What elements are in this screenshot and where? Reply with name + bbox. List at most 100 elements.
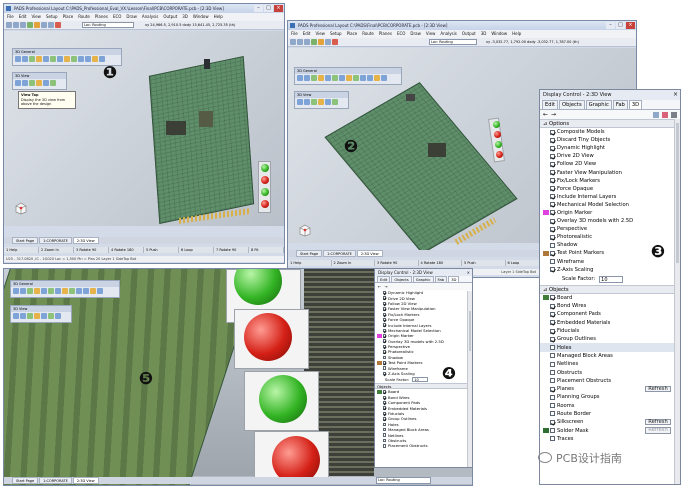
checkbox-fix-lock-markers[interactable] [550,178,555,184]
menu-output[interactable]: Output [462,30,476,38]
checkbox-mechanical-model-selection[interactable] [382,328,386,333]
color-swatch[interactable] [543,210,549,216]
scrollbar-thumb[interactable] [676,123,679,263]
maximize-button[interactable]: □ [264,5,273,12]
tab-corporate[interactable]: 1:CORPORATE [323,250,356,257]
checkbox-force-opaque[interactable] [550,186,555,192]
checkbox-discard-tiny-objects[interactable] [550,137,555,143]
menu-place[interactable]: Place [347,30,358,38]
tab-fab[interactable]: Fab [434,276,448,282]
checkbox-perspective[interactable] [382,344,386,349]
menu-planes[interactable]: Planes [379,30,392,38]
checkbox-z-axis-scaling[interactable] [550,267,555,273]
checkbox-overlay-3d-models-with-2-5d[interactable] [382,339,386,343]
menu-edit[interactable]: Edit [303,30,311,38]
checkbox-managed-block-areas[interactable] [550,353,555,359]
checkbox-faster-view-manipulation[interactable] [382,307,386,311]
checkbox-wireframe[interactable] [382,366,386,370]
undo-icon[interactable] [41,22,47,28]
scheme-icon[interactable] [671,111,677,118]
checkbox-group-outlines[interactable] [382,417,386,421]
checkbox-solder-mask[interactable] [550,428,555,434]
checkbox-component-pads[interactable] [550,311,555,317]
checkbox-photorealistic[interactable] [382,350,386,354]
checkbox-wireframe[interactable] [550,259,555,265]
menu-file[interactable]: File [7,13,14,21]
checkbox-bond-wires[interactable] [550,303,555,309]
color-icon[interactable] [662,111,668,118]
checkbox-board[interactable] [382,390,386,394]
menu-draw[interactable]: Draw [126,13,136,21]
close-button[interactable]: × [274,5,283,12]
new-icon[interactable] [290,39,296,45]
menu-route[interactable]: Route [78,13,90,21]
routing-combo[interactable]: Loc: Routing [429,39,477,45]
menu-3d[interactable]: 3D [481,30,487,38]
place-icon[interactable] [27,22,33,28]
back-arrow-icon[interactable]: ← [543,111,548,118]
checkbox-route-border[interactable] [550,411,555,417]
menu-edit[interactable]: Edit [19,13,27,21]
checkbox-rooms[interactable] [550,403,555,409]
menu-help[interactable]: Help [214,13,223,21]
checkbox-managed-block-areas[interactable] [382,427,386,432]
routing-combo[interactable]: Loc: Routing [376,477,431,484]
minimize-button[interactable]: – [254,5,263,12]
3d-view-toolbar[interactable]: 3D View [10,305,72,323]
color-swatch[interactable] [377,361,382,365]
maximize-button[interactable]: □ [616,22,625,29]
tab-corporate[interactable]: 1:CORPORATE [39,477,72,484]
checkbox-fix-lock-markers[interactable] [382,312,386,316]
fkey-3[interactable]: 3 Rotate 90 [74,247,109,253]
color-swatch[interactable] [543,295,549,301]
checkbox-embedded-materials[interactable] [550,320,555,326]
fkey-4[interactable]: 4 Rotate 180 [109,247,144,253]
route-icon[interactable] [34,22,40,28]
scrollbar-thumb[interactable] [469,311,471,351]
checkbox-test-point-markers[interactable] [550,250,555,256]
close-icon[interactable]: × [673,90,678,100]
checkbox-bond-wires[interactable] [382,395,386,400]
checkbox-drive-2d-view[interactable] [382,296,386,300]
tab-corporate[interactable]: 1:CORPORATE [39,237,72,244]
checkbox-silkscreen[interactable] [550,419,555,425]
open-icon[interactable] [13,22,19,28]
tab-edit[interactable]: Edit [542,100,559,109]
fkey-2[interactable]: 2 Zoom In [332,260,375,266]
checkbox-netlines[interactable] [550,361,555,367]
refresh-button[interactable]: Refresh [645,419,671,426]
checkbox-placement-obstructs[interactable] [550,378,555,384]
refresh-button[interactable]: Refresh [645,385,671,393]
checkbox-include-internal-layers[interactable] [550,194,555,200]
tab-3d[interactable]: 3D [628,100,643,109]
checkbox-shadow[interactable] [550,242,555,248]
checkbox-planes[interactable] [550,386,555,392]
window-1-titlebar[interactable]: PADS Professional Layout C:\PADS_Profess… [4,4,284,13]
forward-arrow-icon[interactable]: → [551,111,556,118]
forward-arrow-icon[interactable]: → [384,284,387,289]
menu-place[interactable]: Place [63,13,74,21]
tab-start-page[interactable]: Start Page [12,237,39,244]
checkbox-shadow[interactable] [382,355,386,360]
3d-viewport[interactable] [4,269,374,485]
color-swatch[interactable] [543,428,549,434]
open-icon[interactable] [297,39,303,45]
menu-view[interactable]: View [31,13,41,21]
checkbox-origin-marker[interactable] [382,334,386,338]
fkey-5[interactable]: 5 Push [462,260,506,266]
settings-icon[interactable] [653,111,659,118]
checkbox-faster-view-manipulation[interactable] [550,170,555,176]
3d-general-toolbar[interactable]: 3D General [294,67,402,85]
route-icon[interactable] [318,39,324,45]
menu-eco[interactable]: ECO [113,13,121,21]
checkbox-test-point-markers[interactable] [382,361,386,365]
fkey-1[interactable]: 1 Help [4,247,39,253]
checkbox-netlines[interactable] [382,433,386,437]
save-icon[interactable] [304,39,310,45]
redo-icon[interactable] [48,22,54,28]
fkey-3[interactable]: 3 Rotate 90 [375,260,419,266]
menu-planes[interactable]: Planes [95,13,108,21]
back-arrow-icon[interactable]: ← [378,284,381,289]
checkbox-placement-obstructs[interactable] [382,444,386,448]
panel-scrollbar[interactable] [674,119,680,484]
